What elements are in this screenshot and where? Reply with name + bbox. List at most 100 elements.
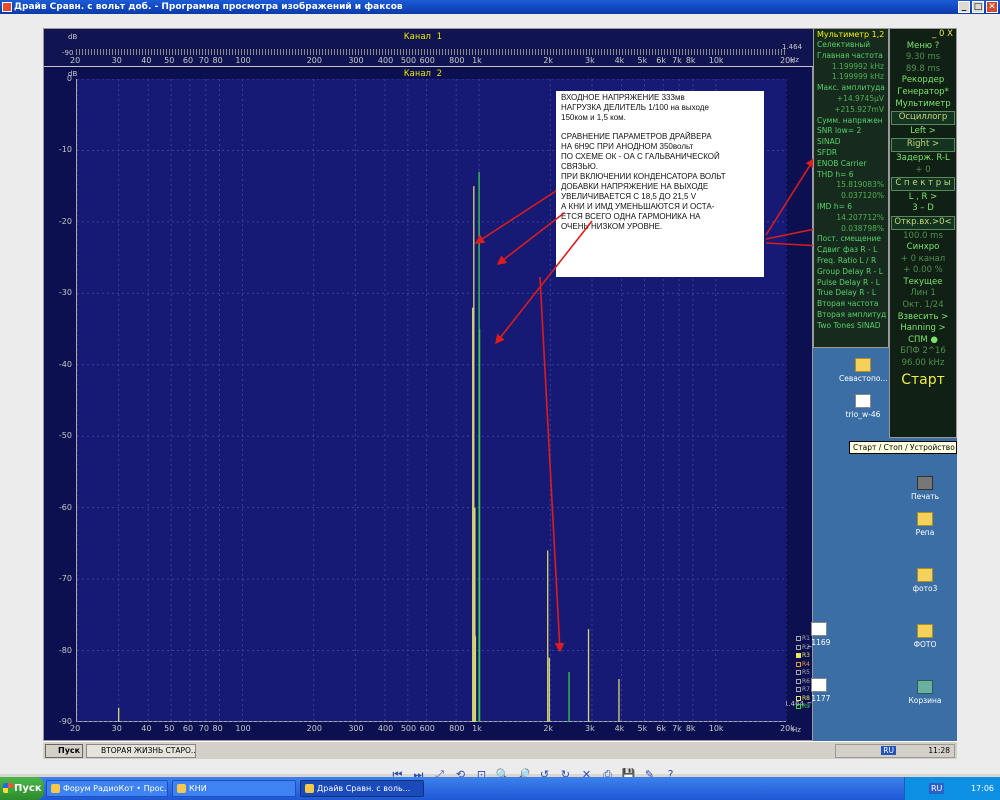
control-item[interactable]: Right > xyxy=(891,138,955,152)
language-indicator[interactable]: RU xyxy=(928,783,945,794)
meter-item[interactable]: THD h= 6 xyxy=(814,170,888,181)
desktop-icon[interactable]: _1177 xyxy=(795,678,843,703)
meter-item[interactable]: Вторая амплитуд xyxy=(814,310,888,321)
control-item[interactable]: + 0 xyxy=(890,165,956,177)
x-tick-label: 400 xyxy=(377,724,394,733)
inner-taskbar: Пуск ВТОРАЯ ЖИЗНЬ СТАРО... RU 11:28 xyxy=(43,741,957,759)
legend-item[interactable]: R9 xyxy=(796,703,810,710)
inner-lang[interactable]: RU xyxy=(881,746,896,755)
meter-item[interactable]: ENOB Carrier xyxy=(814,159,888,170)
desktop-icon[interactable]: Печать xyxy=(901,476,949,501)
control-item[interactable]: Синхро xyxy=(890,242,956,254)
control-item[interactable]: L , R > xyxy=(890,192,956,204)
meter-item[interactable]: 0.038798% xyxy=(814,224,888,235)
meter-item[interactable]: 1.199992 kHz xyxy=(814,62,888,73)
meter-item[interactable]: Сдвиг фаз R - L xyxy=(814,245,888,256)
taskbar-item-viewer[interactable]: Драйв Сравн. с воль... xyxy=(300,780,424,797)
maximize-button[interactable]: □ xyxy=(972,1,984,13)
control-item[interactable]: Рекордер xyxy=(890,75,956,87)
control-item[interactable]: БПФ 2^16 xyxy=(890,346,956,358)
control-item[interactable]: Hanning > xyxy=(890,323,956,335)
channel1-label: Канал 1 xyxy=(404,32,442,42)
control-item[interactable]: Мультиметр xyxy=(890,99,956,111)
meter-item[interactable]: Pulse Delay R - L xyxy=(814,278,888,289)
meter-item[interactable]: SINAD xyxy=(814,137,888,148)
control-item[interactable]: Взвесить > xyxy=(890,312,956,324)
close-button[interactable]: ✕ xyxy=(986,1,998,13)
meter-item[interactable]: Two Tones SINAD xyxy=(814,321,888,332)
control-item[interactable]: 3 – D xyxy=(890,203,956,215)
meter-item[interactable]: 1.199999 kHz xyxy=(814,72,888,83)
control-item[interactable]: С п е к т р ы xyxy=(891,177,955,191)
meter-item[interactable]: Селективный xyxy=(814,40,888,51)
folder-icon xyxy=(917,568,933,582)
meter-item[interactable]: True Delay R - L xyxy=(814,288,888,299)
legend-checkbox[interactable] xyxy=(796,704,801,709)
clock: 17:06 xyxy=(970,784,994,793)
ch1-freq-tick: 500 xyxy=(400,56,417,65)
meter-item[interactable]: Макс. амплитуда xyxy=(814,83,888,94)
start-button[interactable]: Пуск xyxy=(0,777,44,800)
meter-item[interactable]: Freq. Ratio L / R xyxy=(814,256,888,267)
control-item[interactable]: 89.8 ms xyxy=(890,64,956,76)
desktop-icon[interactable]: Корзина xyxy=(901,680,949,705)
meter-item[interactable]: 15.819083% xyxy=(814,180,888,191)
desktop-icon[interactable]: _1169 xyxy=(795,622,843,647)
panel-window-buttons[interactable]: _ 0 X xyxy=(890,29,956,41)
x-tick-label: 20 xyxy=(70,724,81,733)
control-item[interactable]: Генератор* xyxy=(890,87,956,99)
control-item[interactable]: Лин 1 xyxy=(890,288,956,300)
control-item[interactable]: + 0 канал xyxy=(890,254,956,266)
doc-icon xyxy=(811,622,827,636)
meter-item[interactable]: IMD h= 6 xyxy=(814,202,888,213)
control-item[interactable]: + 0.00 % xyxy=(890,265,956,277)
control-item[interactable]: 96.00 kHz xyxy=(890,358,956,370)
control-item[interactable]: Старт xyxy=(890,370,956,390)
x-tick-label: 7k xyxy=(672,724,682,733)
meter-item[interactable]: 0.037120% xyxy=(814,191,888,202)
meter-item[interactable]: Сумм. напряжен xyxy=(814,116,888,127)
desktop-icon[interactable]: ФОТО xyxy=(901,624,949,649)
legend-checkbox[interactable] xyxy=(796,661,801,667)
desktop-icon[interactable]: Севастопо... xyxy=(839,358,888,383)
control-item[interactable]: Текущее xyxy=(890,277,956,289)
control-item[interactable]: 9.30 ms xyxy=(890,52,956,64)
legend-item[interactable]: R3 xyxy=(796,652,810,659)
meter-item[interactable]: SNR low= 2 xyxy=(814,126,888,137)
inner-start-button[interactable]: Пуск xyxy=(45,744,83,758)
legend-checkbox[interactable] xyxy=(796,670,801,675)
desktop-icon[interactable]: Репа xyxy=(901,512,949,537)
control-item[interactable]: СПМ ● xyxy=(890,335,956,347)
legend-item[interactable]: R4 xyxy=(796,661,810,668)
ch1-freq-tick: 20 xyxy=(70,56,81,65)
legend-checkbox[interactable] xyxy=(796,653,801,658)
meter-item[interactable]: Главная частота xyxy=(814,51,888,62)
taskbar-item-forum[interactable]: Форум РадиоКот • Прос... xyxy=(46,780,168,797)
meter-item[interactable]: Пост. смещение xyxy=(814,234,888,245)
control-item[interactable]: Задерж. R-L xyxy=(890,153,956,165)
meter-item[interactable]: SFDR xyxy=(814,148,888,159)
control-item[interactable]: Left > xyxy=(890,126,956,138)
meter-item[interactable]: +14.9745µV xyxy=(814,94,888,105)
x-tick-label: 200 xyxy=(306,724,322,733)
y-tick-label: -60 xyxy=(58,502,72,512)
ch1-freq-tick: 30 xyxy=(111,56,122,65)
print-icon xyxy=(917,476,933,490)
meter-item[interactable]: +215.927mV xyxy=(814,105,888,116)
desktop-icon[interactable]: trio_w-46 xyxy=(839,394,887,419)
control-item[interactable]: Меню ? xyxy=(890,41,956,53)
desktop-icon[interactable]: фото3 xyxy=(901,568,949,593)
meter-item[interactable]: Вторая частота xyxy=(814,299,888,310)
meter-item[interactable]: Group Delay R - L xyxy=(814,267,888,278)
control-item[interactable]: Окт. 1/24 xyxy=(890,300,956,312)
control-item[interactable]: Откр.вх.>0< xyxy=(891,215,955,230)
meter-item[interactable]: 14.207712% xyxy=(814,213,888,224)
control-item[interactable]: Осциллогр xyxy=(891,111,955,125)
x-tick-label: 600 xyxy=(419,724,435,733)
taskbar-item-kni[interactable]: КНИ xyxy=(172,780,296,797)
legend-item[interactable]: R5 xyxy=(796,669,810,676)
desktop-icon-label: Печать xyxy=(910,492,940,501)
inner-task-browser[interactable]: ВТОРАЯ ЖИЗНЬ СТАРО... xyxy=(86,744,196,758)
control-item[interactable]: 100.0 ms xyxy=(890,231,956,243)
minimize-button[interactable]: _ xyxy=(958,1,970,13)
